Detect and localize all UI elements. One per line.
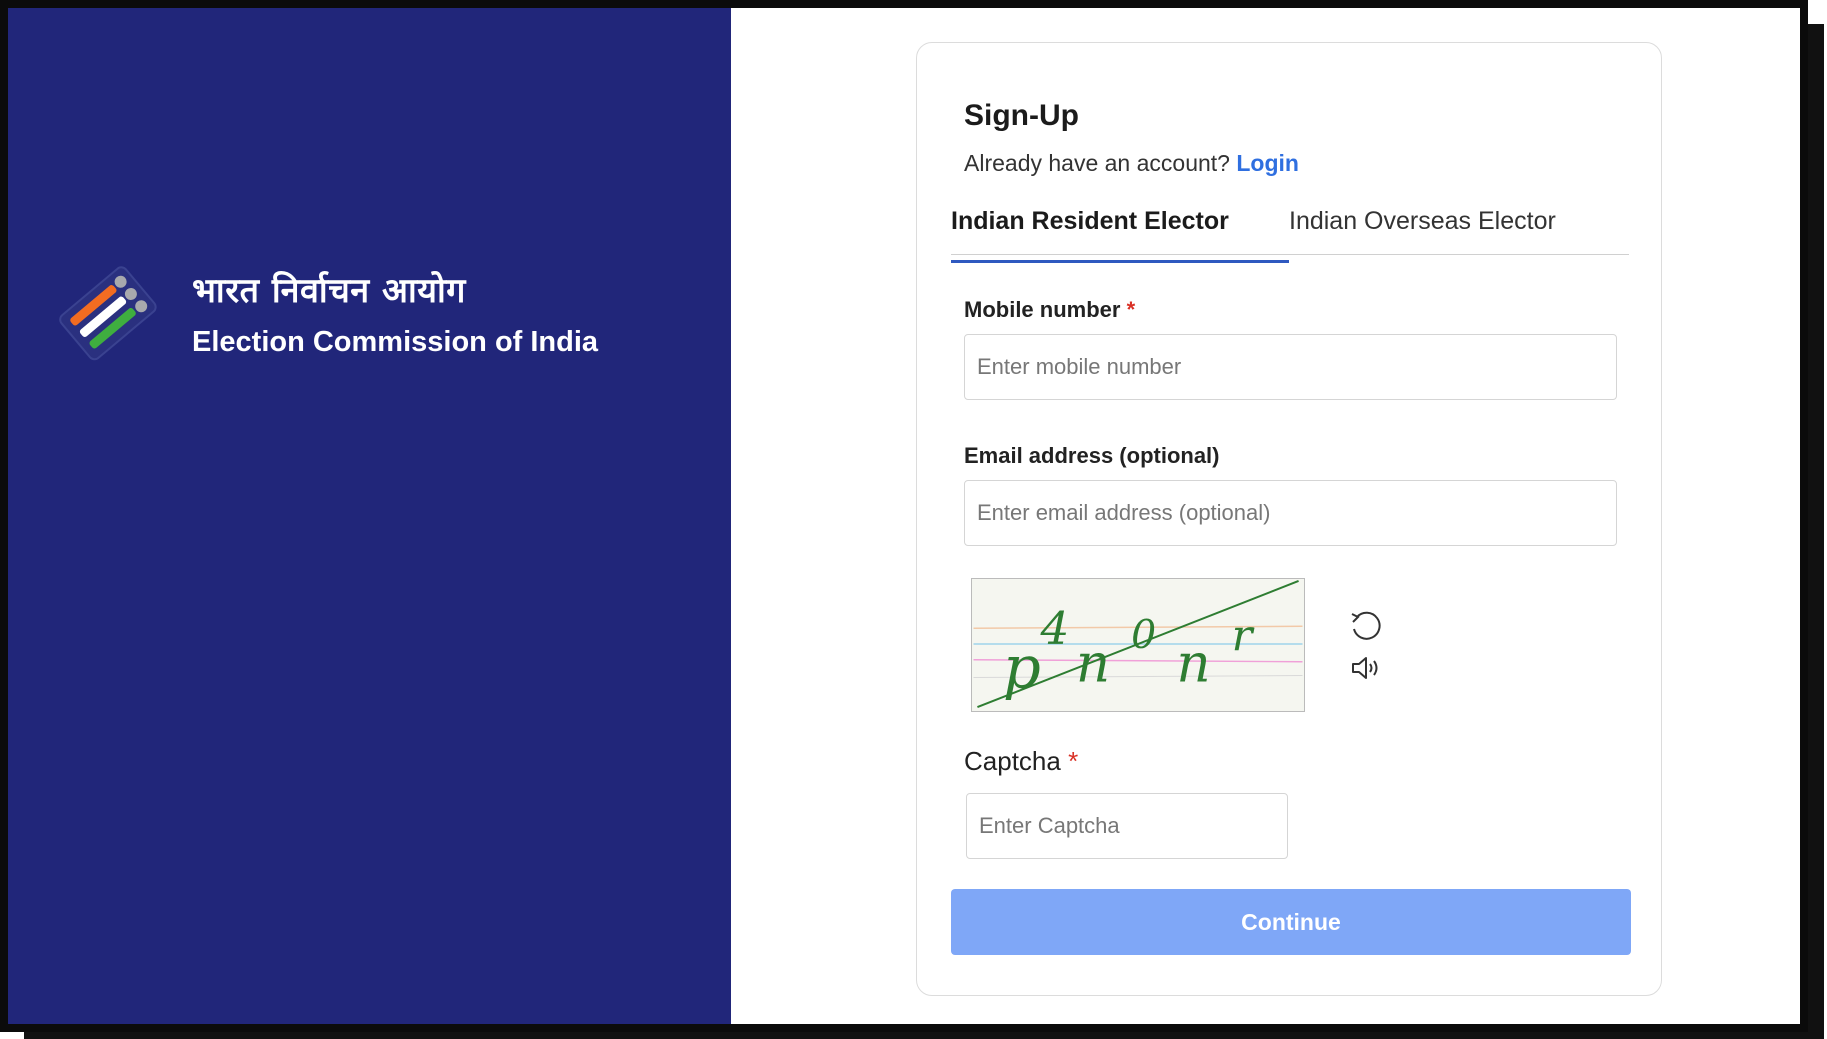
captcha-label-text: Captcha (964, 746, 1061, 776)
app-window: भारत निर्वाचन आयोग Election Commission o… (0, 0, 1808, 1032)
svg-text:n: n (1076, 632, 1110, 694)
page-title: Sign-Up (964, 99, 1079, 132)
brand-hindi-name: भारत निर्वाचन आयोग (192, 271, 466, 311)
tab-indian-resident-elector[interactable]: Indian Resident Elector (951, 207, 1289, 263)
elector-type-tabs: Indian Resident Elector Indian Overseas … (951, 199, 1629, 263)
email-address-input[interactable] (964, 480, 1617, 546)
account-prompt-line: Already have an account? Login (964, 150, 1299, 177)
captcha-image: p 4 n 0 n r (971, 578, 1305, 712)
email-address-label: Email address (optional) (964, 443, 1220, 468)
svg-text:r: r (1232, 611, 1255, 661)
svg-text:0: 0 (1131, 612, 1156, 658)
refresh-icon[interactable] (1347, 608, 1385, 646)
required-asterisk: * (1068, 746, 1079, 776)
mobile-number-label-text: Mobile number (964, 297, 1121, 322)
screen: भारत निर्वाचन आयोग Election Commission o… (0, 0, 1827, 1039)
mobile-number-input[interactable] (964, 334, 1617, 400)
tab-indian-overseas-elector[interactable]: Indian Overseas Elector (1289, 207, 1556, 250)
captcha-input[interactable] (966, 793, 1288, 859)
svg-text:4: 4 (1039, 602, 1069, 655)
required-asterisk: * (1126, 297, 1136, 322)
account-prompt-text: Already have an account? (964, 150, 1230, 176)
svg-text:n: n (1176, 632, 1210, 694)
speaker-icon[interactable] (1349, 653, 1383, 683)
mobile-number-label: Mobile number * (964, 297, 1135, 323)
captcha-label: Captcha * (964, 746, 1078, 777)
branding-panel: भारत निर्वाचन आयोग Election Commission o… (8, 8, 731, 1024)
eci-logo-icon (59, 266, 157, 361)
signup-card: Sign-Up Already have an account? Login I… (916, 42, 1662, 996)
svg-text:p: p (1003, 632, 1041, 701)
login-link[interactable]: Login (1236, 150, 1299, 176)
continue-button[interactable]: Continue (951, 889, 1631, 955)
brand-english-name: Election Commission of India (192, 326, 599, 358)
